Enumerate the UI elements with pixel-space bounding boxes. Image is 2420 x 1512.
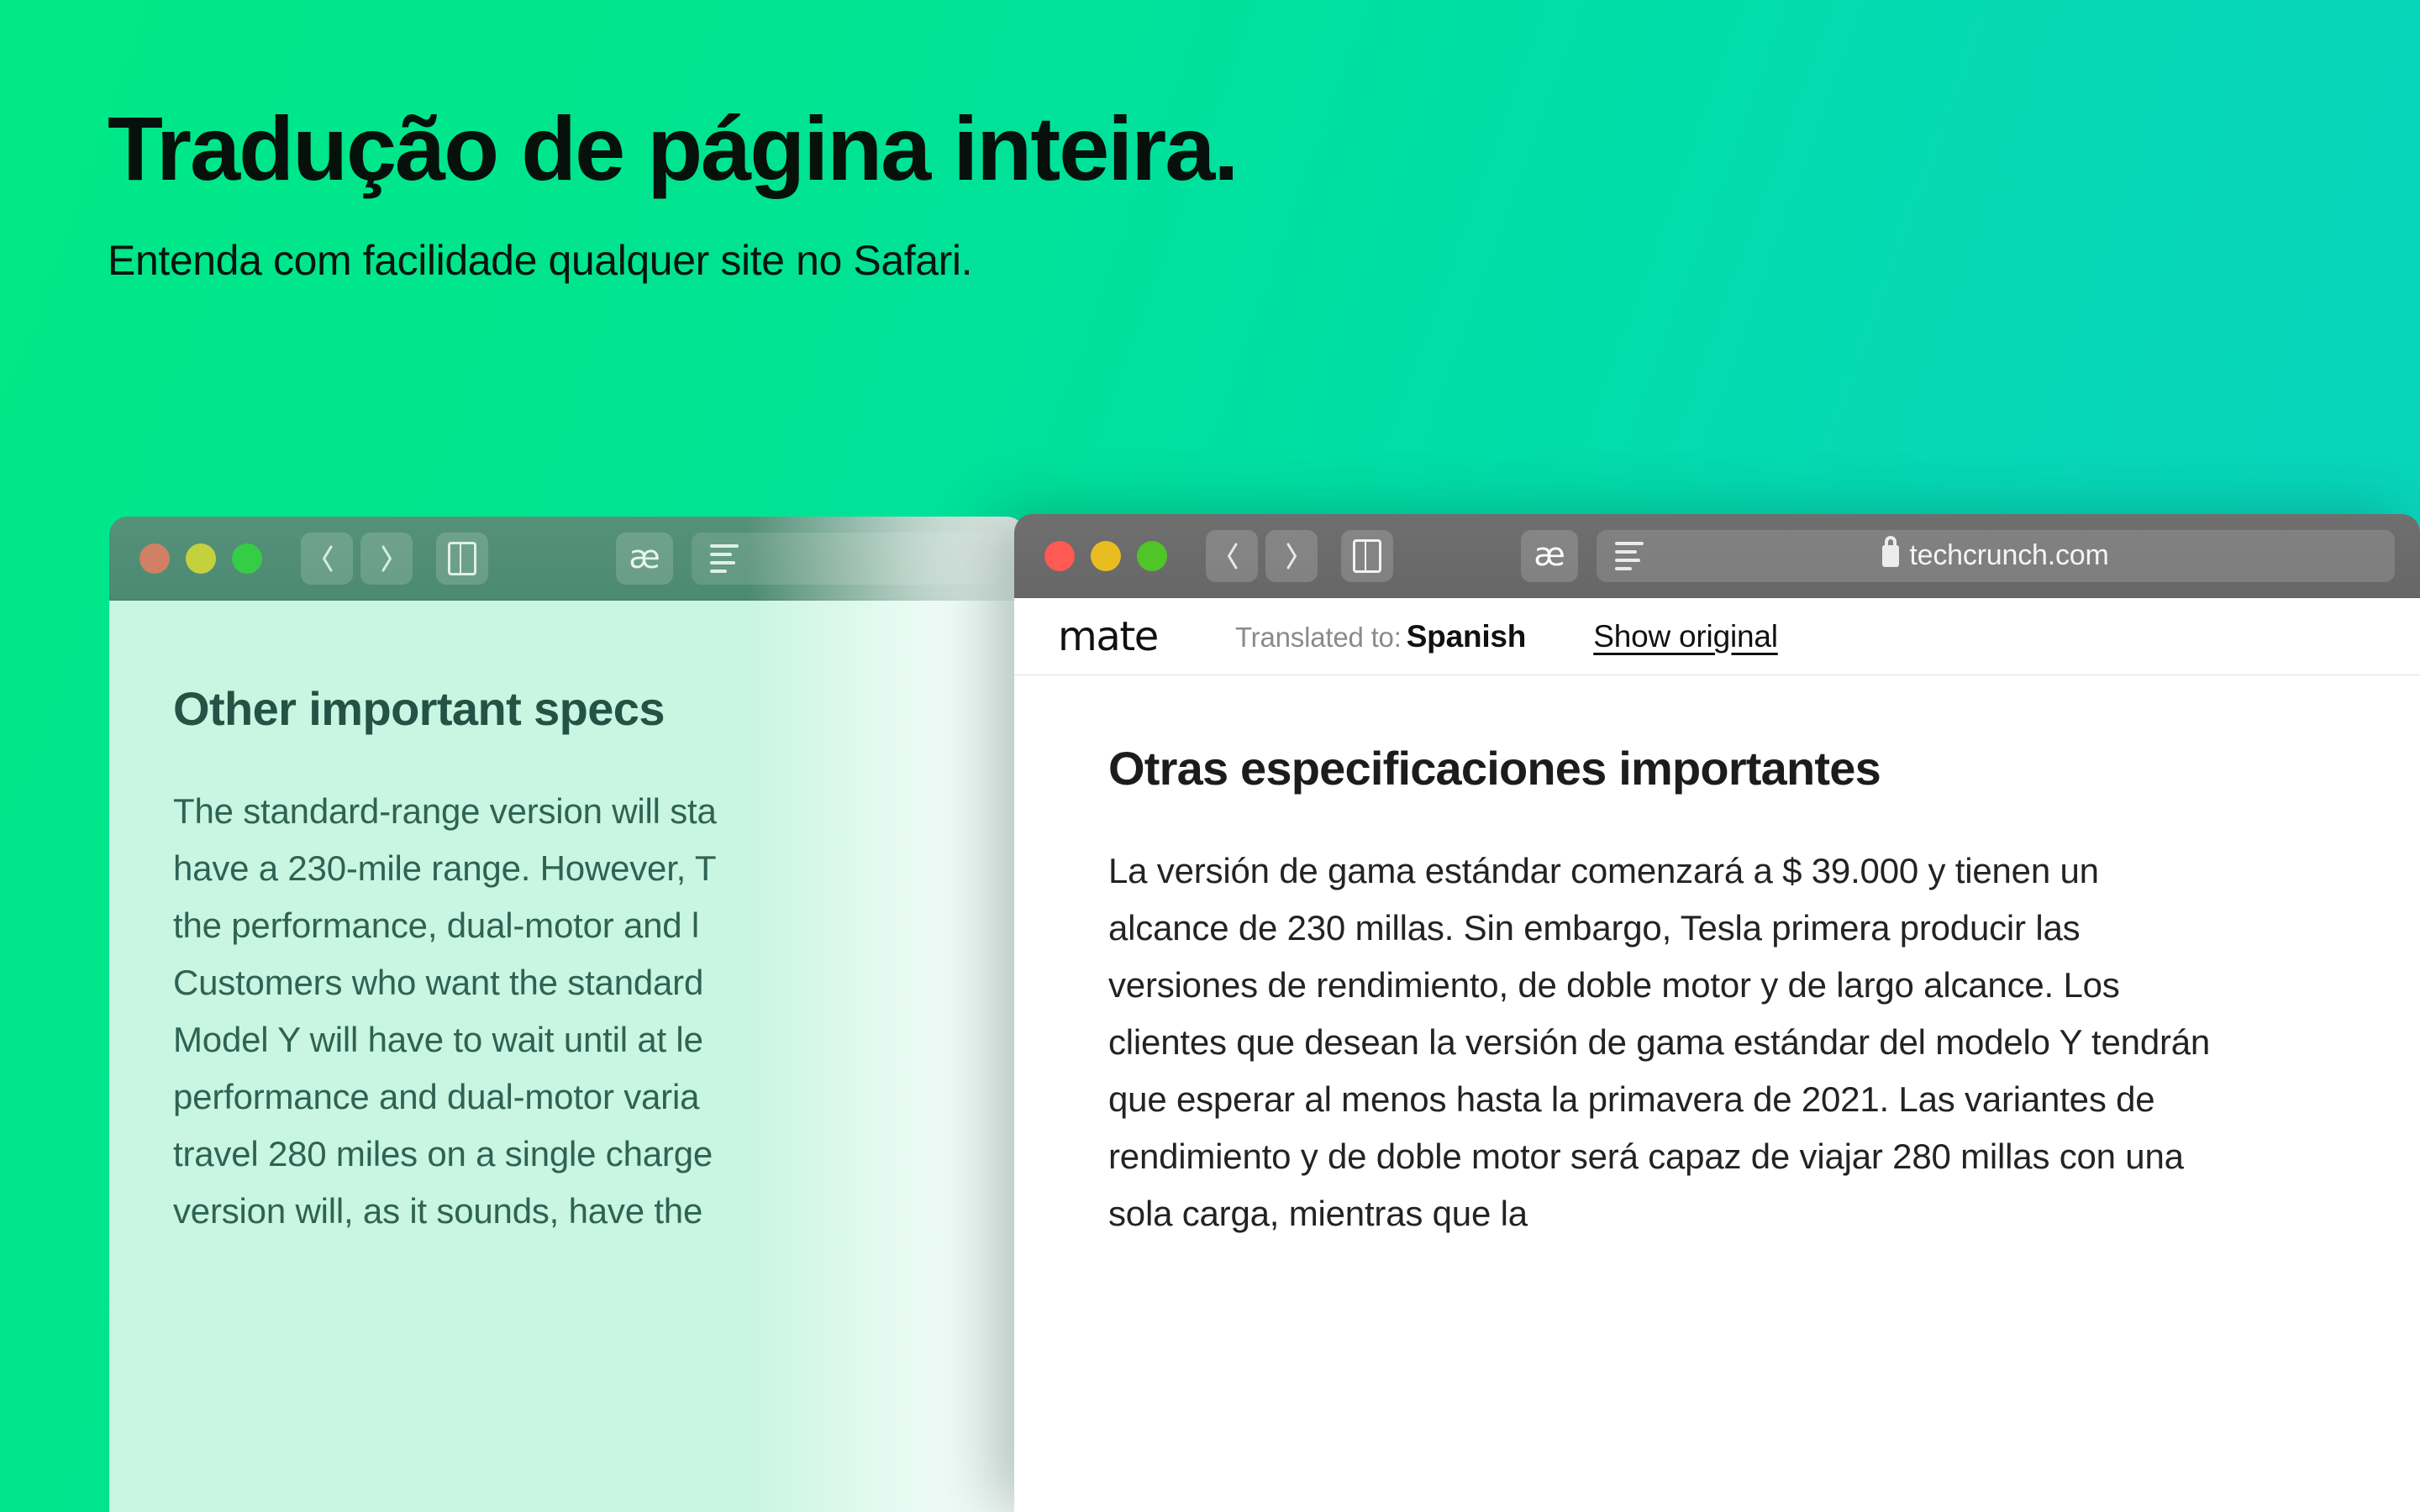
original-line: Model Y will have to wait until at le	[173, 1020, 703, 1060]
original-titlebar: æ	[109, 517, 1025, 601]
chevron-right-icon	[381, 545, 392, 571]
sidebar-toggle-button[interactable]	[436, 532, 488, 585]
page-title: Tradução de página inteira.	[108, 97, 1239, 199]
translation-status: Translated to: Spanish	[1235, 619, 1526, 654]
minimize-button[interactable]	[186, 543, 216, 574]
original-browser-window[interactable]: æ Other important specs The standard-ran…	[109, 517, 1025, 1512]
original-line: version will, as it sounds, have the	[173, 1191, 703, 1231]
translated-heading: Otras especificaciones importantes	[1108, 742, 1881, 795]
translated-paragraph: La versión de gama estándar comenzará a …	[1108, 851, 2211, 1234]
target-language: Spanish	[1406, 618, 1527, 654]
mate-logo: mate	[1058, 612, 1159, 660]
zoom-button[interactable]	[232, 543, 262, 574]
address-text: techcrunch.com	[1909, 539, 2109, 571]
navigation-buttons	[1206, 529, 1318, 582]
address-bar[interactable]: techcrunch.com	[1597, 529, 2395, 582]
sidebar-icon	[448, 541, 476, 575]
sidebar-toggle-button[interactable]	[1341, 529, 1393, 582]
lock-icon	[1882, 544, 1900, 567]
translated-page-content: Otras especificaciones importantes La ve…	[1014, 675, 2420, 1512]
show-original-link[interactable]: Show original	[1593, 619, 1778, 654]
chevron-right-icon	[1286, 543, 1297, 569]
sidebar-icon	[1353, 538, 1381, 573]
original-line: travel 280 miles on a single charge	[173, 1134, 713, 1174]
window-controls	[1044, 540, 1167, 571]
navigation-buttons	[301, 532, 413, 585]
address-field: techcrunch.com	[1882, 539, 2109, 572]
zoom-button[interactable]	[1137, 540, 1167, 571]
original-line: performance and dual-motor varia	[173, 1077, 700, 1117]
original-line: Customers who want the standard	[173, 963, 704, 1003]
page-subtitle: Entenda com facilidade qualquer site no …	[108, 237, 973, 285]
mate-translation-bar: mate Translated to: Spanish Show original	[1014, 598, 2420, 675]
window-controls	[139, 543, 262, 574]
back-button[interactable]	[1206, 529, 1258, 582]
forward-button[interactable]	[360, 532, 413, 585]
original-paragraph: The standard-range version will sta have…	[173, 783, 1025, 1240]
page-root: Tradução de página inteira. Entenda com …	[0, 0, 2420, 1512]
back-button[interactable]	[301, 532, 353, 585]
original-line: have a 230-mile range. However, T	[173, 848, 717, 889]
text-size-button[interactable]: æ	[1521, 529, 1578, 582]
forward-button[interactable]	[1265, 529, 1318, 582]
chevron-left-icon	[322, 545, 332, 571]
reader-icon[interactable]	[1615, 541, 1644, 570]
minimize-button[interactable]	[1091, 540, 1121, 571]
translated-titlebar: æ techcrunch.com	[1014, 514, 2420, 598]
original-heading: Other important specs	[173, 682, 665, 735]
original-line: the performance, dual-motor and l	[173, 906, 700, 946]
address-bar[interactable]	[692, 532, 1000, 585]
chevron-left-icon	[1227, 543, 1237, 569]
hero-section: Tradução de página inteira. Entenda com …	[108, 97, 1956, 286]
original-line: The standard-range version will sta	[173, 791, 717, 831]
close-button[interactable]	[139, 543, 170, 574]
translated-browser-window[interactable]: æ techcrunch.com mate Translated to: Span…	[1014, 514, 2420, 1512]
translation-status-prefix: Translated to:	[1234, 621, 1402, 653]
reader-icon[interactable]	[710, 543, 739, 573]
text-size-button[interactable]: æ	[616, 532, 673, 585]
close-button[interactable]	[1044, 540, 1075, 571]
original-page-content: Other important specs The standard-range…	[109, 601, 1025, 1512]
